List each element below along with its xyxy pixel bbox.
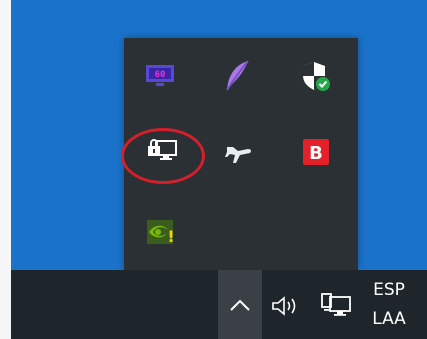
feather-app-icon[interactable] bbox=[217, 56, 257, 96]
volume-button[interactable] bbox=[268, 286, 304, 326]
desktop-edge bbox=[0, 0, 11, 339]
windows-security-shield-icon[interactable] bbox=[296, 56, 336, 96]
network-monitor-icon bbox=[321, 293, 351, 316]
show-hidden-icons-button[interactable] bbox=[218, 270, 262, 339]
bitdefender-letter: B bbox=[309, 143, 323, 164]
input-language-indicator[interactable]: ESP LAA bbox=[366, 276, 412, 334]
monitor-fps-label: 60 bbox=[155, 70, 166, 80]
bitdefender-icon[interactable]: B bbox=[296, 132, 336, 172]
graphics-monitor-icon[interactable]: 60 bbox=[140, 56, 180, 96]
nvidia-warning-mark: ! bbox=[167, 227, 174, 246]
network-locked-icon[interactable] bbox=[143, 130, 183, 170]
airplane-icon[interactable] bbox=[219, 132, 259, 172]
language-code: ESP bbox=[373, 280, 405, 300]
speaker-icon bbox=[272, 296, 296, 316]
nvidia-warning-icon[interactable]: ! bbox=[141, 212, 181, 252]
network-button[interactable] bbox=[316, 286, 356, 326]
chevron-up-icon bbox=[230, 299, 250, 311]
keyboard-layout-code: LAA bbox=[372, 309, 406, 329]
